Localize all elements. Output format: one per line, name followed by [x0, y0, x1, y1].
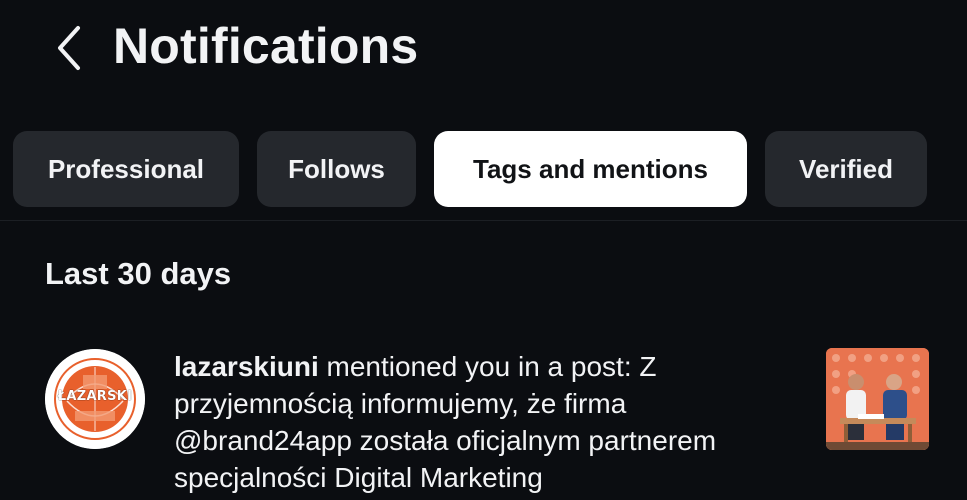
tab-tags-and-mentions[interactable]: Tags and mentions: [434, 131, 747, 207]
notifications-screen: Notifications Professional Follows Tags …: [0, 0, 967, 500]
tab-verified[interactable]: Verified: [765, 131, 927, 207]
tab-follows[interactable]: Follows: [257, 131, 416, 207]
page-title: Notifications: [113, 18, 419, 74]
section-heading: Last 30 days: [45, 256, 232, 291]
post-thumbnail-photo-icon: [826, 348, 929, 450]
notification-username[interactable]: lazarskiuni: [174, 351, 319, 382]
avatar[interactable]: ŁAZARSKI: [45, 349, 145, 449]
header: Notifications: [0, 0, 967, 100]
tab-professional[interactable]: Professional: [13, 131, 239, 207]
back-button[interactable]: [48, 22, 92, 74]
notification-text: lazarskiuni mentioned you in a post: Z p…: [174, 348, 799, 496]
avatar-logo-text: ŁAZARSKI: [57, 389, 133, 404]
post-thumbnail[interactable]: [826, 348, 929, 450]
notification-row[interactable]: ŁAZARSKI lazarskiuni mentioned you in a …: [0, 340, 967, 500]
chevron-left-icon: [58, 26, 80, 70]
filter-tabs: Professional Follows Tags and mentions V…: [13, 131, 927, 207]
divider: [0, 220, 967, 221]
